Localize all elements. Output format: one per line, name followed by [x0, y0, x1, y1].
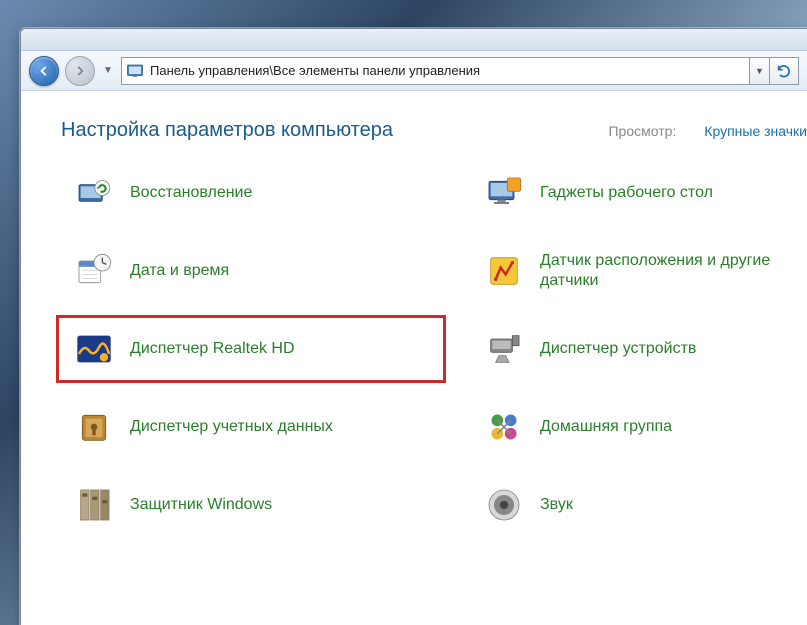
cp-item-label: Звук: [540, 495, 573, 515]
forward-button[interactable]: [65, 56, 95, 86]
address-text: Панель управления\Все элементы панели уп…: [150, 63, 480, 78]
cp-item-label: Гаджеты рабочего стол: [540, 183, 713, 203]
address-bar[interactable]: Панель управления\Все элементы панели уп…: [121, 57, 749, 85]
cp-item-gadgets[interactable]: Гаджеты рабочего стол: [471, 164, 807, 222]
cp-item-label: Домашняя группа: [540, 417, 672, 437]
devices-icon: [482, 327, 526, 371]
cp-item-label: Диспетчер учетных данных: [130, 417, 333, 437]
refresh-button[interactable]: [769, 57, 799, 85]
cp-item-realtek[interactable]: Диспетчер Realtek HD: [61, 320, 441, 378]
page-title: Настройка параметров компьютера: [61, 119, 393, 142]
items-grid: Восстановление Гаджеты рабочего стол Дата …: [61, 164, 807, 534]
cp-item-label: Защитник Windows: [130, 495, 272, 515]
realtek-icon: [72, 327, 116, 371]
creds-icon: [72, 405, 116, 449]
cp-item-recovery[interactable]: Восстановление: [61, 164, 441, 222]
cp-item-datetime[interactable]: Дата и время: [61, 242, 441, 300]
content-area: Настройка параметров компьютера Просмотр…: [21, 91, 807, 625]
navbar: ▼ Панель управления\Все элементы панели …: [21, 51, 807, 91]
back-button[interactable]: [29, 56, 59, 86]
cp-item-sensor[interactable]: Датчик расположения и другие датчики: [471, 242, 807, 300]
sound-icon: [482, 483, 526, 527]
cp-item-label: Диспетчер устройств: [540, 339, 696, 359]
control-panel-icon: [126, 62, 144, 80]
cp-item-label: Восстановление: [130, 183, 252, 203]
recovery-icon: [72, 171, 116, 215]
cp-item-defender[interactable]: Защитник Windows: [61, 476, 441, 534]
address-bar-wrap: Панель управления\Все элементы панели уп…: [121, 57, 799, 85]
cp-item-creds[interactable]: Диспетчер учетных данных: [61, 398, 441, 456]
cp-item-homegroup[interactable]: Домашняя группа: [471, 398, 807, 456]
cp-item-devices[interactable]: Диспетчер устройств: [471, 320, 807, 378]
gadgets-icon: [482, 171, 526, 215]
header-row: Настройка параметров компьютера Просмотр…: [61, 119, 807, 142]
cp-item-sound[interactable]: Звук: [471, 476, 807, 534]
cp-item-label: Диспетчер Realtek HD: [130, 339, 295, 359]
address-dropdown[interactable]: ▼: [749, 57, 769, 85]
cp-item-label: Дата и время: [130, 261, 229, 281]
defender-icon: [72, 483, 116, 527]
cp-item-label: Датчик расположения и другие датчики: [540, 251, 796, 291]
view-mode-link[interactable]: Крупные значки: [704, 123, 807, 139]
titlebar: [21, 29, 807, 51]
datetime-icon: [72, 249, 116, 293]
sensor-icon: [482, 249, 526, 293]
homegroup-icon: [482, 405, 526, 449]
view-label: Просмотр:: [608, 123, 676, 139]
explorer-window: ▼ Панель управления\Все элементы панели …: [20, 28, 807, 625]
history-dropdown[interactable]: ▼: [101, 56, 115, 86]
